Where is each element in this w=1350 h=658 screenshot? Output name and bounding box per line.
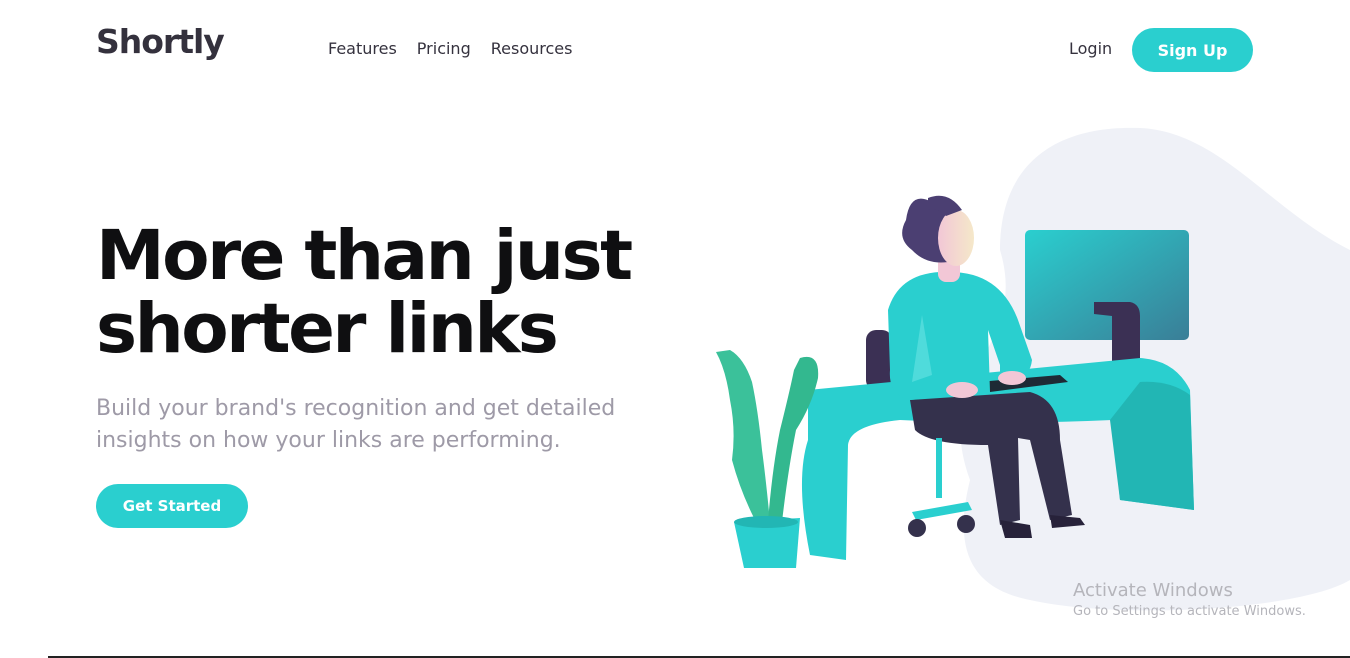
- hero-title: More than just shorter links: [96, 216, 633, 369]
- nav-link-features[interactable]: Features: [328, 39, 397, 58]
- landing-page: Shortly Features Pricing Resources Login…: [0, 0, 1350, 658]
- face: [938, 210, 974, 266]
- watermark-title: Activate Windows: [1073, 580, 1233, 601]
- watermark-subtitle: Go to Settings to activate Windows.: [1073, 604, 1306, 619]
- nav-link-pricing[interactable]: Pricing: [417, 39, 471, 58]
- chair-post: [936, 438, 942, 498]
- signup-button[interactable]: Sign Up: [1132, 28, 1253, 72]
- working-illustration: [716, 127, 1350, 611]
- monitor-icon: [1025, 230, 1189, 340]
- left-hand: [946, 382, 978, 398]
- right-hand: [998, 371, 1026, 385]
- main-nav: Features Pricing Resources: [328, 39, 572, 58]
- windows-activation-watermark: Activate Windows Go to Settings to activ…: [1073, 580, 1306, 622]
- brand-logo[interactable]: Shortly: [96, 22, 225, 61]
- chair-wheel-right: [957, 515, 975, 533]
- nav-link-resources[interactable]: Resources: [491, 39, 573, 58]
- plant-leaf-left: [716, 350, 770, 522]
- login-link[interactable]: Login: [1069, 39, 1112, 58]
- chair-wheel-left: [908, 519, 926, 537]
- plant-pot-rim: [734, 516, 798, 528]
- get-started-button[interactable]: Get Started: [96, 484, 248, 528]
- hero-subtitle: Build your brand's recognition and get d…: [96, 396, 616, 453]
- chair-back: [866, 330, 892, 390]
